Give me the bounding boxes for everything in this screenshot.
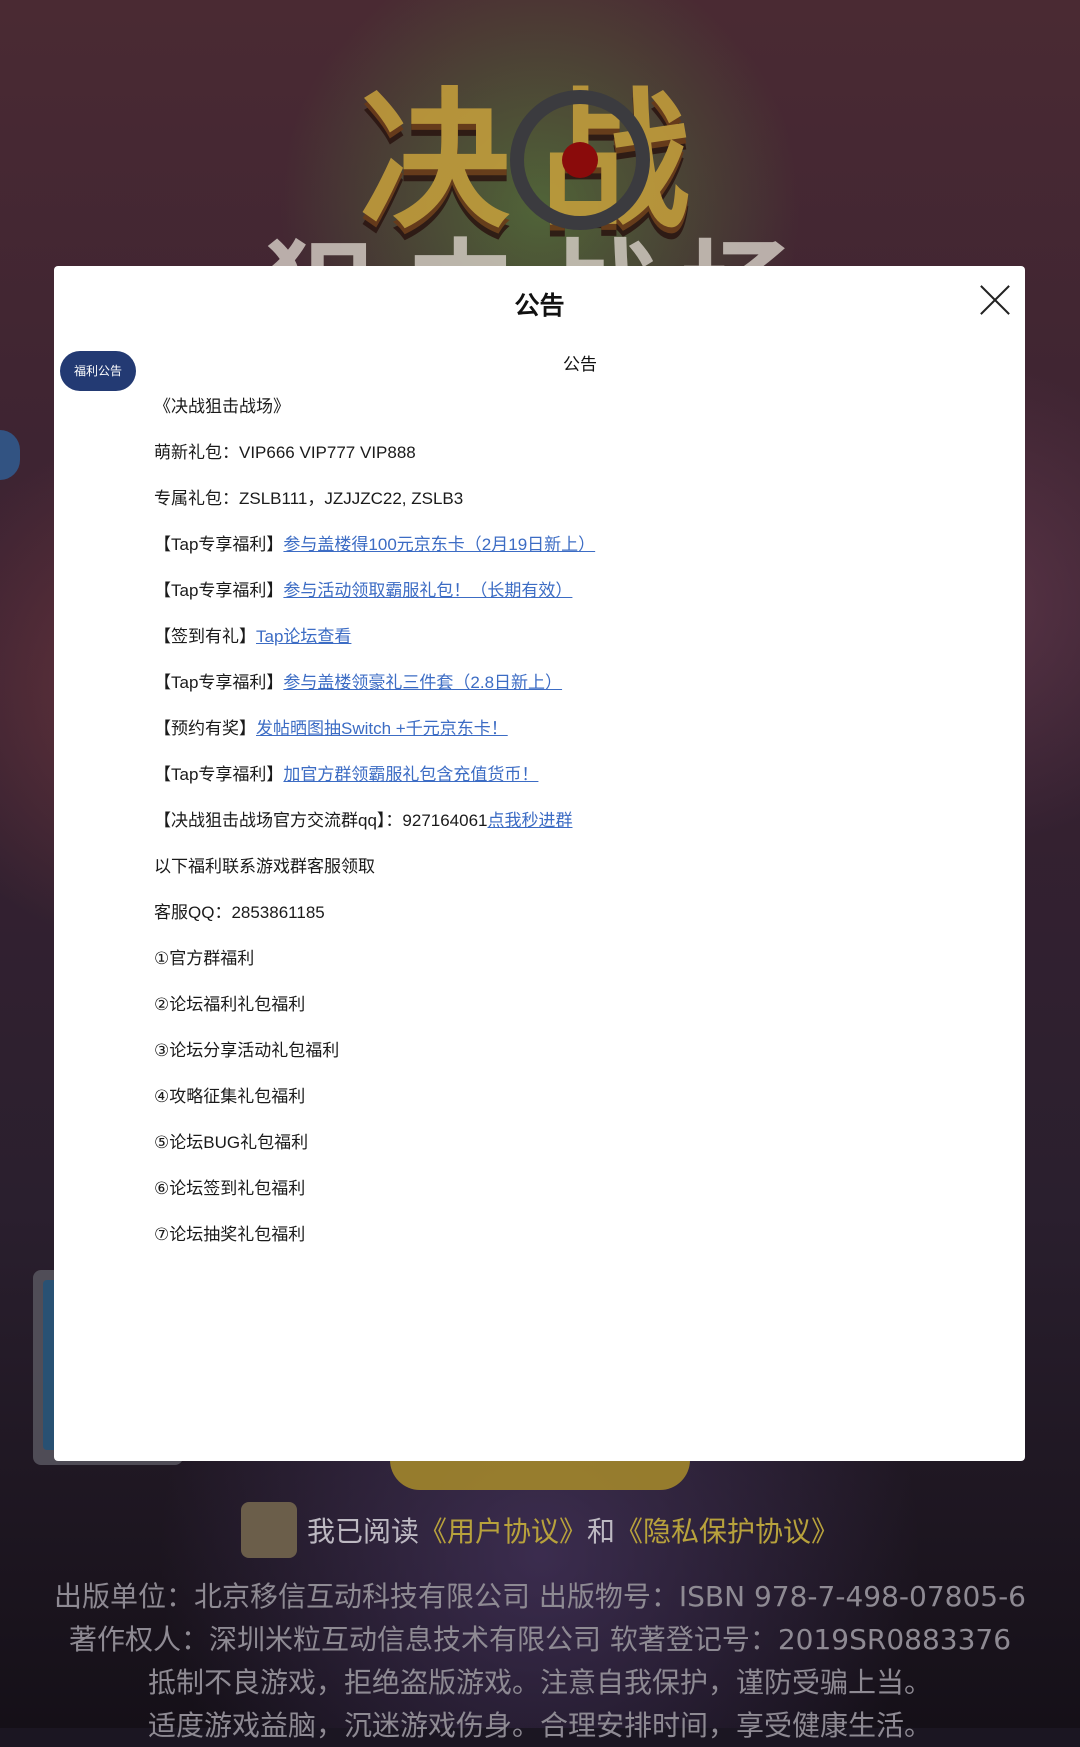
notice-line-link[interactable]: 发帖晒图抽Switch +千元京东卡！ [256,719,508,738]
notice-line: ⑤论坛BUG礼包福利 [154,1129,1004,1175]
notice-line-link[interactable]: 参与盖楼领豪礼三件套（2.8日新上） [283,673,562,692]
notice-line-text: 专属礼包：ZSLB111，JZJJZC22, ZSLB3 [154,489,464,508]
notice-line: ⑥论坛签到礼包福利 [154,1175,1004,1221]
notice-line: ⑦论坛抽奖礼包福利 [154,1221,1004,1267]
notice-line: 【Tap专享福利】参与活动领取霸服礼包！（长期有效） [154,577,1004,623]
notice-line: 【Tap专享福利】参与盖楼得100元京东卡（2月19日新上） [154,531,1004,577]
notice-line-text: 【Tap专享福利】 [154,581,284,600]
notice-line-link[interactable]: 加官方群领霸服礼包含充值货币！ [283,765,538,784]
notice-line-text: ①官方群福利 [154,949,255,968]
agreement-and: 和 [587,1515,616,1548]
notice-line-link[interactable]: 参与盖楼得100元京东卡（2月19日新上） [283,535,595,554]
notice-line-text: 【Tap专享福利】 [154,673,284,692]
close-icon[interactable] [979,284,1011,316]
notice-line: 客服QQ：2853861185 [154,899,1004,945]
notice-line-text: 以下福利联系游戏群客服领取 [154,857,375,876]
modal-title: 公告 [514,292,565,320]
footer: 出版单位：北京移信互动科技有限公司 出版物号：ISBN 978-7-498-07… [0,1575,1080,1747]
notice-line-text: 【预约有奖】 [154,719,256,738]
notice-line: ④攻略征集礼包福利 [154,1083,1004,1129]
notice-line: 以下福利联系游戏群客服领取 [154,853,1004,899]
notice-line-text: ⑦论坛抽奖礼包福利 [154,1225,306,1244]
agreement-row: 我已阅读 《用户协议》 和 《隐私保护协议》 [0,1495,1080,1565]
notice-line-text: ⑤论坛BUG礼包福利 [154,1133,309,1152]
footer-publisher: 出版单位：北京移信互动科技有限公司 出版物号：ISBN 978-7-498-07… [54,1580,1026,1613]
notice-line: 《决战狙击战场》 [154,393,1004,439]
notice-line-text: 【Tap专享福利】 [154,765,284,784]
notice-content: 《决战狙击战场》萌新礼包：VIP666 VIP777 VIP888 专属礼包：ZS… [154,393,1004,1267]
notice-line-text: 【签到有礼】 [154,627,256,646]
notice-line: 专属礼包：ZSLB111，JZJJZC22, ZSLB3 [154,485,1004,531]
notice-line-link[interactable]: 点我秒进群 [488,811,573,830]
notice-line-text: ③论坛分享活动礼包福利 [154,1041,340,1060]
notice-line: ③论坛分享活动礼包福利 [154,1037,1004,1083]
footer-health-notice: 适度游戏益脑，沉迷游戏伤身。合理安排时间，享受健康生活。 [147,1709,932,1742]
notice-line: 【签到有礼】Tap论坛查看 [154,623,1004,669]
privacy-policy-link[interactable]: 《隐私保护协议》 [615,1510,839,1550]
footer-copyright: 著作权人：深圳米粒互动信息技术有限公司 软著登记号：2019SR0883376 [68,1623,1012,1656]
notice-line: 【Tap专享福利】参与盖楼领豪礼三件套（2.8日新上） [154,669,1004,715]
notice-line: 【决战狙击战场官方交流群qq】：927164061点我秒进群 [154,807,1004,853]
footer-warning: 抵制不良游戏，拒绝盗版游戏。注意自我保护，谨防受骗上当。 [147,1666,932,1699]
notice-line-text: ⑥论坛签到礼包福利 [154,1179,306,1198]
notice-line-text: 《决战狙击战场》 [154,397,290,416]
notice-line: ①官方群福利 [154,945,1004,991]
tab-welfare-notice[interactable]: 福利公告 [60,351,136,391]
notice-line-text: ④攻略征集礼包福利 [154,1087,306,1106]
notice-line: 【Tap专享福利】加官方群领霸服礼包含充值货币！ [154,761,1004,807]
notice-heading: 公告 [563,355,597,374]
notice-line-text: 【决战狙击战场官方交流群qq】：927164061 [154,811,488,830]
notice-line: 【预约有奖】发帖晒图抽Switch +千元京东卡！ [154,715,1004,761]
notice-line: ②论坛福利礼包福利 [154,991,1004,1037]
notice-line-text: 萌新礼包：VIP666 VIP777 VIP888 [154,443,416,462]
notice-line-link[interactable]: Tap论坛查看 [256,627,351,646]
agreement-checkbox[interactable] [240,1502,297,1558]
notice-line-text: 【Tap专享福利】 [154,535,284,554]
notice-line-text: 客服QQ：2853861185 [154,903,325,922]
notice-line: 萌新礼包：VIP666 VIP777 VIP888 [154,439,1004,485]
notice-line-link[interactable]: 参与活动领取霸服礼包！（长期有效） [283,581,572,600]
user-agreement-link[interactable]: 《用户协议》 [419,1510,587,1550]
notice-line-text: ②论坛福利礼包福利 [154,995,306,1014]
crosshair-icon [510,90,650,230]
agreement-prefix: 我已阅读 [306,1515,419,1548]
